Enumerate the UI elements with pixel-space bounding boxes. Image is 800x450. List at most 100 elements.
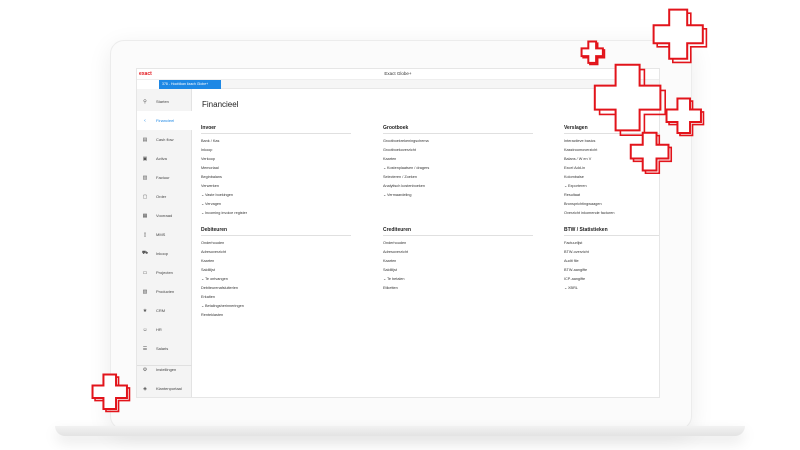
menu-link[interactable]: ⌄Te betalen	[383, 275, 533, 284]
menu-link-label: Vermaardeling	[387, 193, 412, 197]
app-title: Exact Globe+	[384, 71, 412, 76]
laptop-base	[55, 426, 745, 436]
menu-link[interactable]: Kaarten	[383, 155, 533, 164]
sidebar-item-crm[interactable]: ★ CRM	[137, 301, 192, 320]
sidebar-item-label: Salaris	[156, 346, 169, 351]
menu-link[interactable]: ⌄Vermaardeling	[383, 191, 533, 200]
sidebar-item-projecten[interactable]: ▭ Projecten	[137, 263, 192, 282]
sidebar-item-inkoop[interactable]: ⛟ Inkoop	[137, 244, 192, 263]
menu-link[interactable]: Erkalten	[201, 293, 351, 302]
menu-link-label: Beginbalans	[201, 175, 222, 179]
menu-link-label: XBRL	[568, 286, 578, 290]
menu-link[interactable]: Onderhouden	[383, 239, 533, 248]
sidebar-item-activa[interactable]: ▣ Activa	[137, 149, 192, 168]
menu-link[interactable]: ⌄Te ontvangen	[201, 275, 351, 284]
menu-link[interactable]: Inkoop	[201, 146, 351, 155]
sidebar-item-order[interactable]: ▢ Order	[137, 187, 192, 206]
sidebar-item-salaris[interactable]: ☰ Salaris	[137, 339, 192, 358]
sidebar-item-label: Order	[156, 194, 167, 199]
menu-link[interactable]: Verkoop	[201, 155, 351, 164]
folder-icon: ▭	[142, 269, 148, 276]
sidebar-item-label: Klantenportaal	[156, 386, 182, 391]
sidebar-item-factuur[interactable]: ▥ Factuur	[137, 168, 192, 187]
menu-link[interactable]: Saldilijst	[201, 266, 351, 275]
sidebar-item-starten[interactable]: ⚲ Starten	[137, 92, 192, 111]
menu-link[interactable]: Overzicht inkomende facturen	[564, 209, 659, 218]
sidebar-item-instellingen[interactable]: ⚙ Instellingen	[137, 360, 192, 379]
menu-link[interactable]: Adresoverzicht	[201, 248, 351, 257]
menu-link-label: Balans / W en V	[564, 157, 592, 161]
menu-link-label: Memoriaal	[201, 166, 219, 170]
menu-link-label: Overzicht inkomende facturen	[564, 211, 615, 215]
stock-icon: ▦	[142, 212, 148, 219]
sidebar-item-producten[interactable]: ▧ Producten	[137, 282, 192, 301]
menu-link[interactable]: Etiketten	[383, 284, 533, 293]
menu-link[interactable]: Bank / Kas	[201, 137, 351, 146]
menu-link-label: Saldilijst	[383, 268, 397, 272]
menu-link[interactable]: Debiteurenafsluiterlen	[201, 284, 351, 293]
menu-link[interactable]: ⌄Betalingsherinneringen	[201, 302, 351, 311]
menu-link[interactable]: Kaarten	[383, 257, 533, 266]
menu-link-label: Kaarten	[383, 259, 397, 263]
red-cross-bottom-left-decoration	[91, 373, 131, 413]
menu-link[interactable]: ⌄Exporteren	[564, 182, 659, 191]
menu-link[interactable]: Beginbalans	[201, 173, 351, 182]
menu-link[interactable]: Kaarten	[201, 257, 351, 266]
section-grootboek: Grootboek Grootboekrekeningschema Grootboe…	[383, 125, 533, 200]
section-title: Crediteuren	[383, 227, 533, 236]
menu-link[interactable]: ICP-aangifte	[564, 275, 659, 284]
environment-tab[interactable]: 378 - Hoofdkan lizach Globe+	[159, 80, 221, 89]
invoice-icon: ▥	[142, 174, 148, 181]
sidebar-item-voorraad[interactable]: ▦ Voorraad	[137, 206, 192, 225]
menu-link-label: Analytisch kostenboeken	[383, 184, 426, 188]
menu-link-label: Verkoop	[201, 157, 215, 161]
sidebar-item-label: Factuur	[156, 175, 170, 180]
menu-link[interactable]: Grootboekoverzicht	[383, 146, 533, 155]
menu-link-label: Bronsprichtingwaagen	[564, 202, 602, 206]
menu-link[interactable]: Resultaat	[564, 191, 659, 200]
menu-link-label: Saldilijst	[201, 268, 215, 272]
menu-link[interactable]: ⌄Vaste boekingen	[201, 191, 351, 200]
menu-link-label: BTW-aangifte	[564, 268, 588, 272]
menu-link[interactable]: Bronsprichtingwaagen	[564, 200, 659, 209]
box-icon: ▧	[142, 288, 148, 295]
shield-icon: ◈	[143, 385, 147, 392]
menu-link[interactable]: Audit file	[564, 257, 659, 266]
sidebar-item-financieel[interactable]: ‹ Financieel	[137, 111, 192, 130]
gear-icon: ⚙	[142, 366, 148, 373]
menu-link[interactable]: ⌄XBRL	[564, 284, 659, 293]
menu-link[interactable]: ⌄Kostenplaatsen / dragers	[383, 164, 533, 173]
briefcase-icon: ▣	[142, 155, 148, 162]
menu-link[interactable]: Onderhouden	[201, 239, 351, 248]
menu-link[interactable]: Selecteren / Zoeken	[383, 173, 533, 182]
menu-link-label: Audit file	[564, 259, 579, 263]
menu-link[interactable]: Grootboekrekeningschema	[383, 137, 533, 146]
star-icon: ★	[142, 307, 148, 314]
menu-link[interactable]: Renteklasten	[201, 311, 351, 320]
menu-link[interactable]: Factuurlijst	[564, 239, 659, 248]
menu-link-label: Vervagen	[205, 202, 222, 206]
sidebar-item-label: Voorraad	[156, 213, 173, 218]
search-icon: ⚲	[143, 98, 147, 105]
menu-link[interactable]: BTW-aangifte	[564, 266, 659, 275]
red-cross-top-right-decoration	[652, 8, 708, 64]
sidebar-item-klantenportaal[interactable]: ◈ Klantenportaal	[137, 379, 192, 397]
sidebar-item-label: Inkoop	[156, 251, 169, 256]
menu-link-label: Excel Add-in	[564, 166, 586, 170]
sidebar-item-label: Activa	[156, 156, 167, 161]
menu-link-label: Te ontvangen	[205, 277, 228, 281]
order-icon: ▢	[142, 193, 148, 200]
menu-link[interactable]: Adresoverzicht	[383, 248, 533, 257]
menu-link[interactable]: Memoriaal	[201, 164, 351, 173]
sidebar-item-label: Cash flow	[156, 137, 174, 142]
menu-link[interactable]: BTW-overzicht	[564, 248, 659, 257]
menu-link[interactable]: Saldilijst	[383, 266, 533, 275]
sidebar-item-cash-flow[interactable]: ▤ Cash flow	[137, 130, 192, 149]
sidebar-item-hr[interactable]: ☺ HR	[137, 320, 192, 339]
sidebar-item-mms[interactable]: ▯ MMS	[137, 225, 192, 244]
menu-link[interactable]: Analytisch kostenboeken	[383, 182, 533, 191]
menu-link-label: Selecteren / Zoeken	[383, 175, 417, 179]
menu-link[interactable]: ⌄Incoming invoice register	[201, 209, 351, 218]
menu-link[interactable]: ⌄Vervagen	[201, 200, 351, 209]
menu-link[interactable]: Verwerken	[201, 182, 351, 191]
